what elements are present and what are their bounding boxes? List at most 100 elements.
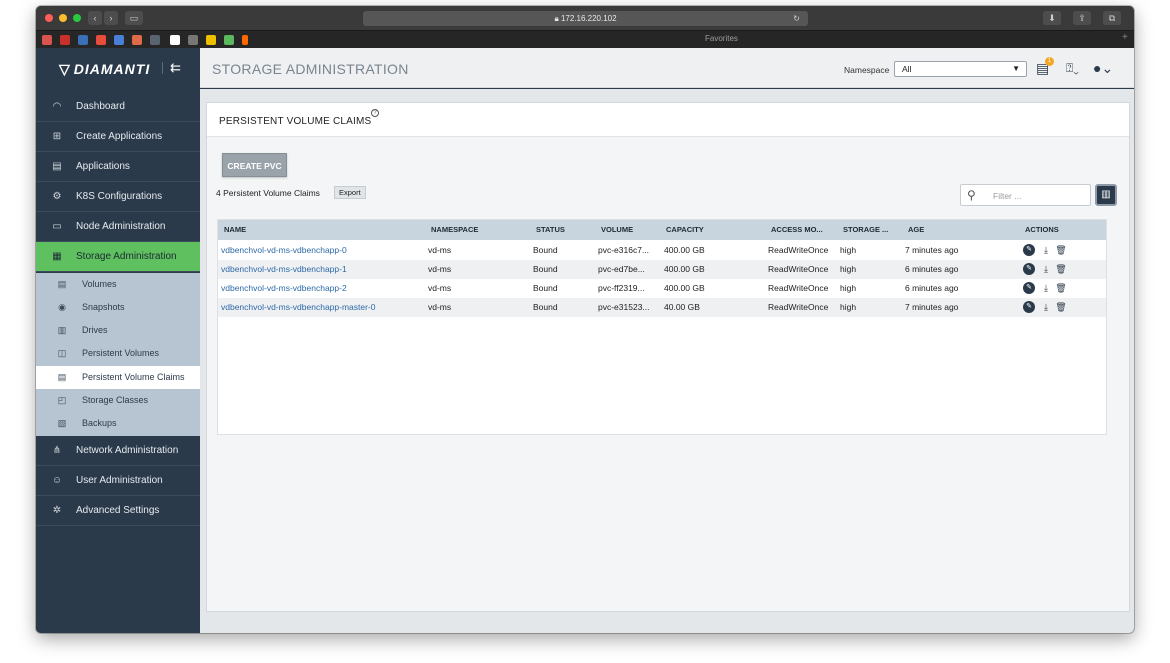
sidebar-item-k8s-configurations[interactable]: ⚙ K8S Configurations — [36, 182, 200, 212]
panel-title: PERSISTENT VOLUME CLAIMS — [219, 116, 372, 127]
bookmark-drive-icon[interactable] — [206, 35, 216, 45]
trash-icon[interactable]: 🗑︎ — [1055, 282, 1067, 294]
create-pvc-button[interactable]: CREATE PVC — [222, 153, 287, 177]
bookmark-mail-icon[interactable] — [42, 35, 52, 45]
column-header-volume[interactable]: VOLUME — [601, 220, 633, 240]
column-header-name[interactable]: NAME — [224, 220, 246, 240]
cell-access-mode: ReadWriteOnce — [768, 264, 829, 274]
submenu-item-snapshots[interactable]: ◉ Snapshots — [36, 296, 200, 319]
submenu-item-persistent-volumes[interactable]: ◫ Persistent Volumes — [36, 342, 200, 365]
column-header-storage-class[interactable]: STORAGE ... — [843, 220, 888, 240]
sidebar-item-label: Advanced Settings — [76, 505, 160, 516]
pvc-name-link[interactable]: vdbenchvol-vd-ms-vdbenchapp-master-0 — [221, 298, 376, 317]
sidebar-item-create-applications[interactable]: ⊞ Create Applications — [36, 122, 200, 152]
bookmark-app-icon[interactable] — [78, 35, 88, 45]
logo[interactable]: ▽ DIAMANTI — [59, 61, 150, 78]
submenu-item-backups[interactable]: ▧ Backups — [36, 412, 200, 435]
edit-icon[interactable]: ✎ — [1023, 244, 1035, 256]
bookmark-mail-2-icon[interactable] — [60, 35, 70, 45]
column-header-age[interactable]: AGE — [908, 220, 924, 240]
sidebar-item-label: User Administration — [76, 475, 163, 486]
cell-status: Bound — [533, 245, 558, 255]
list-icon: ▤ — [52, 161, 62, 172]
bookmark-office-icon[interactable] — [96, 35, 106, 45]
bookmarks-bar: Favorites + — [36, 30, 1134, 48]
browser-toolbar: ‹ › ▭ 🔒︎ 172.16.220.102 ↻ ⬇ ⇪ ⧉ — [36, 6, 1134, 30]
cell-status: Bound — [533, 283, 558, 293]
trash-icon[interactable]: 🗑︎ — [1055, 263, 1067, 275]
help-icon[interactable]: ? — [371, 109, 379, 117]
bookmark-tool-icon[interactable] — [114, 35, 124, 45]
sidebar-item-applications[interactable]: ▤ Applications — [36, 152, 200, 182]
reload-icon[interactable]: ↻ — [793, 11, 800, 26]
column-header-capacity[interactable]: CAPACITY — [666, 220, 704, 240]
cell-capacity: 400.00 GB — [664, 283, 705, 293]
sidebar-item-advanced-settings[interactable]: ✲ Advanced Settings — [36, 496, 200, 526]
edit-icon[interactable]: ✎ — [1023, 282, 1035, 294]
bookmark-github-icon[interactable] — [170, 35, 180, 45]
pvc-name-link[interactable]: vdbenchvol-vd-ms-vdbenchapp-1 — [221, 260, 347, 279]
submenu-item-label: Snapshots — [82, 302, 125, 312]
bookmark-misc-icon[interactable] — [242, 35, 248, 45]
column-header-access-mode[interactable]: ACCESS MO... — [771, 220, 823, 240]
sidebar-item-label: Create Applications — [76, 131, 163, 142]
database-icon: ▦ — [52, 251, 62, 262]
bookmark-site-icon[interactable] — [150, 35, 160, 45]
app-header: STORAGE ADMINISTRATION Namespace All ▼ ▤… — [36, 48, 1134, 88]
cell-storage-class: high — [840, 283, 857, 293]
trash-icon[interactable]: 🗑︎ — [1055, 301, 1067, 313]
download-icon[interactable]: ⤓ — [1040, 301, 1052, 313]
sidebar-item-node-administration[interactable]: ▭ Node Administration — [36, 212, 200, 242]
sidebar-item-label: K8S Configurations — [76, 191, 163, 202]
submenu-item-label: Persistent Volumes — [82, 348, 160, 358]
sidebar-item-user-administration[interactable]: ☺ User Administration — [36, 466, 200, 496]
column-chooser-icon[interactable]: ▥ — [1095, 184, 1117, 206]
cell-namespace: vd-ms — [428, 264, 452, 274]
close-window-button[interactable] — [45, 14, 53, 22]
zoom-window-button[interactable] — [73, 14, 81, 22]
download-icon[interactable]: ⤓ — [1040, 244, 1052, 256]
user-menu-icon[interactable]: ●⌄ — [1093, 60, 1113, 76]
submenu-item-storage-classes[interactable]: ◰ Storage Classes — [36, 389, 200, 412]
pvc-name-link[interactable]: vdbenchvol-vd-ms-vdbenchapp-2 — [221, 279, 347, 298]
back-icon[interactable]: ‹ — [88, 11, 102, 25]
pvc-name-link[interactable]: vdbenchvol-vd-ms-vdbenchapp-0 — [221, 241, 347, 260]
sidebar-item-dashboard[interactable]: ◠ Dashboard — [36, 92, 200, 122]
cell-age: 6 minutes ago — [905, 264, 959, 274]
tabs-overview-icon[interactable]: ⧉ — [1103, 11, 1121, 25]
downloads-icon[interactable]: ⬇ — [1043, 11, 1061, 25]
column-header-status[interactable]: STATUS — [536, 220, 565, 240]
help-menu-icon[interactable]: ⍰⌄ — [1066, 60, 1079, 76]
namespace-label: Namespace — [844, 65, 890, 75]
bookmark-camera-icon[interactable] — [188, 35, 198, 45]
bookmark-gitlab-icon[interactable] — [132, 35, 142, 45]
collapse-sidebar-icon[interactable]: ⇇ — [162, 60, 181, 76]
submenu-item-volumes[interactable]: ▤ Volumes — [36, 273, 200, 296]
submenu-item-persistent-volume-claims[interactable]: ▤ Persistent Volume Claims — [36, 366, 200, 389]
backups-icon: ▧ — [57, 418, 67, 428]
minimize-window-button[interactable] — [59, 14, 67, 22]
share-icon[interactable]: ⇪ — [1073, 11, 1091, 25]
address-bar[interactable]: 🔒︎ 172.16.220.102 ↻ — [363, 11, 808, 26]
sidebar-item-storage-administration[interactable]: ▦ Storage Administration — [36, 242, 200, 272]
forward-icon[interactable]: › — [104, 11, 118, 25]
submenu-item-label: Storage Classes — [82, 395, 149, 405]
edit-icon[interactable]: ✎ — [1023, 301, 1035, 313]
sidebar-item-network-administration[interactable]: ⋔ Network Administration — [36, 436, 200, 466]
bookmark-sheet-icon[interactable] — [224, 35, 234, 45]
export-button[interactable]: Export — [334, 186, 366, 199]
submenu-item-drives[interactable]: ▥ Drives — [36, 319, 200, 342]
filter-input[interactable]: ⚲ Filter ... — [960, 184, 1091, 206]
download-icon[interactable]: ⤓ — [1040, 282, 1052, 294]
download-icon[interactable]: ⤓ — [1040, 263, 1052, 275]
sidebar-item-label: Dashboard — [76, 101, 125, 112]
edit-icon[interactable]: ✎ — [1023, 263, 1035, 275]
cell-storage-class: high — [840, 302, 857, 312]
sidebar-toggle-icon[interactable]: ▭ — [125, 11, 143, 25]
sidebar-item-label: Storage Administration — [76, 251, 177, 262]
cell-storage-class: high — [840, 245, 857, 255]
trash-icon[interactable]: 🗑︎ — [1055, 244, 1067, 256]
namespace-select[interactable]: All ▼ — [894, 61, 1027, 77]
new-tab-icon[interactable]: + — [1122, 32, 1128, 43]
column-header-namespace[interactable]: NAMESPACE — [431, 220, 478, 240]
